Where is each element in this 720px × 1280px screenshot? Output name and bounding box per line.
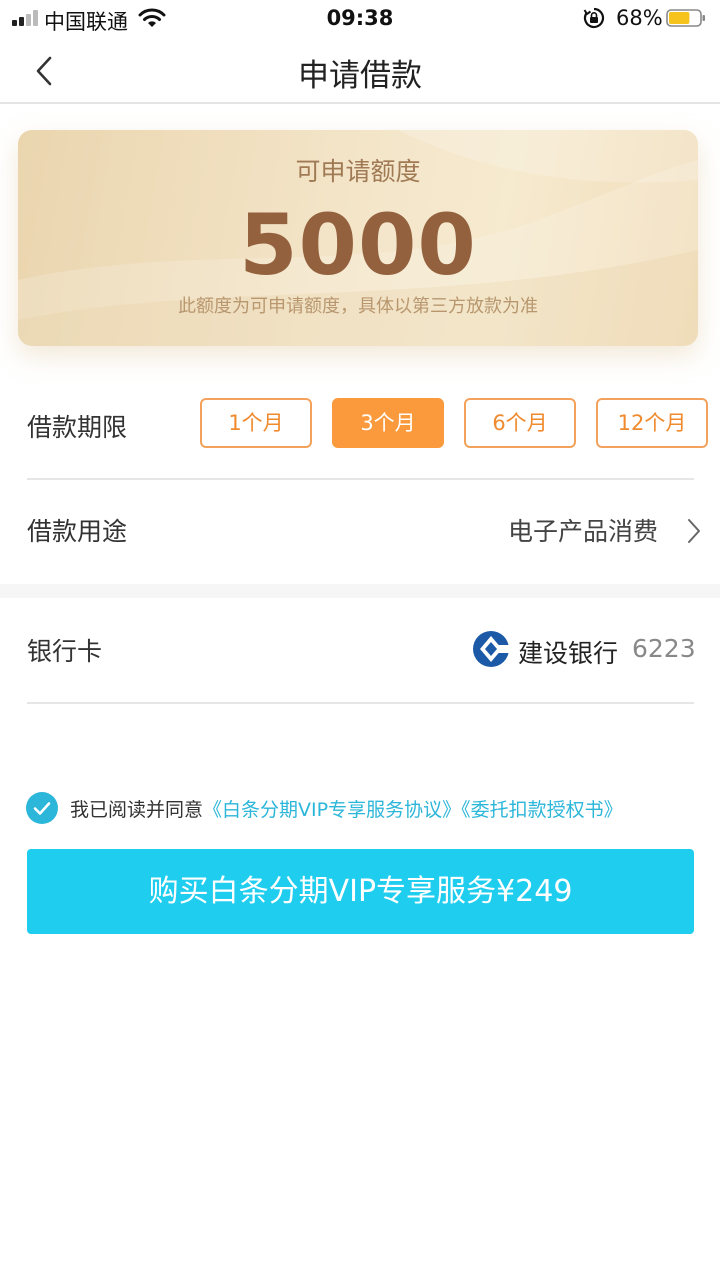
- divider: [27, 702, 694, 704]
- agreement-prefix: 我已阅读并同意: [70, 799, 204, 821]
- agreement-text: 我已阅读并同意《白条分期VIP专享服务协议》《委托扣款授权书》: [70, 795, 623, 822]
- card-tail-number: 6223: [632, 634, 696, 663]
- term-option-6-months[interactable]: 6个月: [464, 398, 576, 448]
- quota-amount: 5000: [239, 196, 477, 294]
- term-option-1-month[interactable]: 1个月: [200, 398, 312, 448]
- ccb-bank-logo-icon: [473, 631, 510, 667]
- debit-authorization-link[interactable]: 《委托扣款授权书》: [461, 799, 623, 821]
- divider: [27, 478, 694, 480]
- battery-percent: 68%: [616, 6, 663, 30]
- buy-vip-service-button[interactable]: 购买白条分期VIP专享服务¥249: [27, 849, 694, 934]
- quota-card: 可申请额度 5000 此额度为可申请额度，具体以第三方放款为准: [18, 130, 698, 346]
- navigation-bar: 申请借款: [0, 36, 720, 104]
- agreement-checkbox-icon[interactable]: [26, 792, 58, 824]
- quota-note: 此额度为可申请额度，具体以第三方放款为准: [178, 296, 538, 317]
- loan-purpose-label: 借款用途: [27, 517, 128, 546]
- status-time: 09:38: [326, 6, 394, 30]
- loan-application-page: 中国联通 09:38 68% 申请借款 可申请额度 5000 此额度为可申请额度…: [0, 0, 720, 1280]
- loan-term-label: 借款期限: [27, 413, 128, 442]
- section-separator: [0, 584, 720, 598]
- term-option-12-months[interactable]: 12个月: [596, 398, 708, 448]
- bank-card-label: 银行卡: [27, 637, 103, 666]
- term-option-3-months[interactable]: 3个月: [332, 398, 444, 448]
- status-bar: 中国联通 09:38 68%: [0, 0, 720, 36]
- quota-label: 可申请额度: [295, 157, 421, 186]
- battery-icon: [666, 9, 705, 27]
- loan-purpose-value[interactable]: 电子产品消费: [508, 512, 658, 548]
- bank-name: 建设银行: [518, 639, 619, 668]
- orientation-lock-icon: [583, 7, 605, 29]
- vip-service-agreement-link[interactable]: 《白条分期VIP专享服务协议》: [203, 799, 461, 821]
- chevron-right-icon[interactable]: [686, 518, 702, 544]
- page-title: 申请借款: [298, 58, 422, 94]
